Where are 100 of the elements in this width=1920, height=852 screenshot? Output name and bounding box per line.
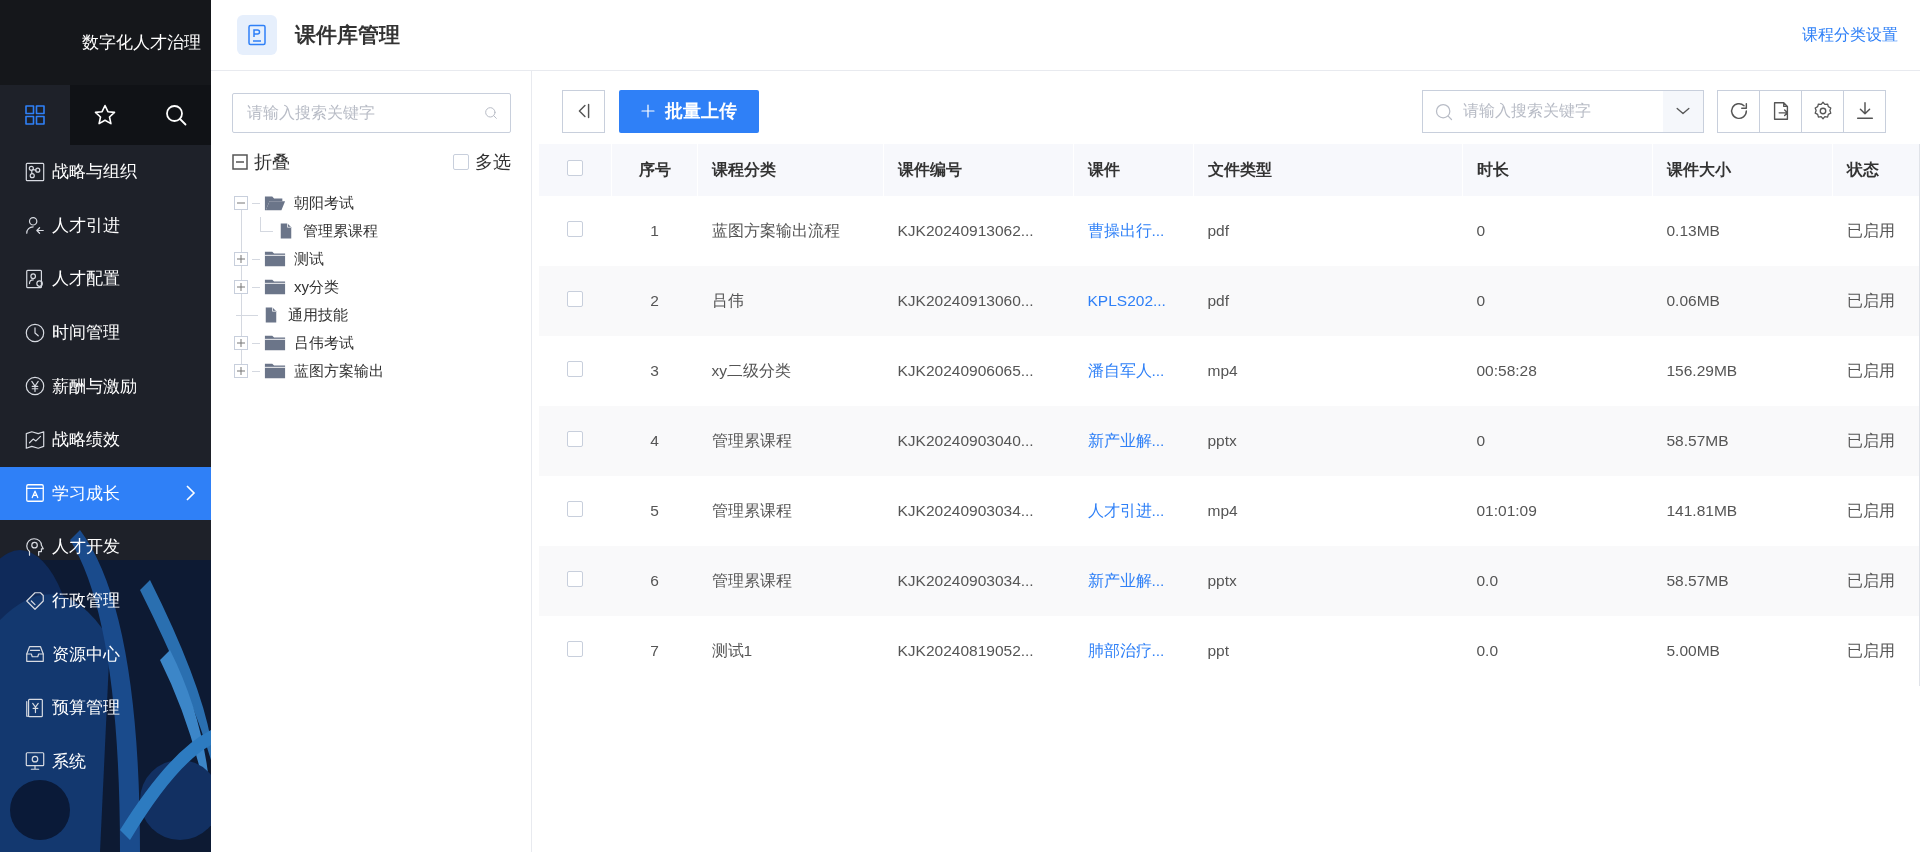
tree-node[interactable]: 测试 (294, 249, 324, 269)
dropdown-button[interactable] (1663, 90, 1703, 132)
refresh-button[interactable] (1717, 89, 1760, 133)
menu-item[interactable]: 行政管理 (0, 573, 211, 628)
collapse-panel-button[interactable] (562, 89, 605, 133)
tree-node[interactable]: 吕伟考试 (294, 333, 354, 353)
tree-node[interactable]: 管理累课程 (303, 221, 378, 241)
table-cell: 7 (611, 616, 698, 686)
courseware-link[interactable]: 曹操出行... (1073, 196, 1194, 266)
table-cell: 1 (611, 196, 698, 266)
tree-node[interactable]: 蓝图方案输出 (294, 361, 384, 381)
table-cell: mp4 (1193, 336, 1463, 406)
table-cell: 管理累课程 (697, 476, 884, 546)
table-cell: 5.00MB (1652, 616, 1833, 686)
row-checkbox[interactable] (567, 501, 583, 517)
courseware-link[interactable]: 人才引进... (1073, 476, 1194, 546)
menu-item[interactable]: 战略与组织 (0, 145, 211, 199)
row-checkbox[interactable] (567, 571, 583, 587)
chevron-right-icon (183, 484, 197, 503)
table-cell: 吕伟 (697, 266, 884, 336)
menu-item[interactable]: 薪酬与激励 (0, 359, 211, 413)
table-cell: 0.06MB (1652, 266, 1833, 336)
table-cell: KJK20240903034... (883, 546, 1074, 616)
menu-item[interactable]: 资源中心 (0, 627, 211, 681)
menu-item[interactable]: 预算管理 (0, 680, 211, 735)
yen-coin-icon (24, 375, 46, 398)
courseware-link[interactable]: 潘自军人... (1073, 336, 1194, 406)
table-cell: 0 (1462, 196, 1653, 266)
person-icon (24, 214, 46, 237)
row-checkbox[interactable] (567, 361, 583, 377)
tree-node[interactable]: xy分类 (294, 277, 339, 297)
table-cell: pdf (1193, 196, 1463, 266)
table-cell: mp4 (1193, 476, 1463, 546)
expand-toggle[interactable] (234, 280, 248, 294)
table-cell: 156.29MB (1652, 336, 1833, 406)
table-cell: KJK20240903034... (883, 476, 1074, 546)
tree-search-field[interactable]: 请输入搜索关键字 (232, 93, 511, 133)
table-cell: KJK20240906065... (883, 336, 1074, 406)
table-cell: xy二级分类 (697, 336, 884, 406)
courseware-link[interactable]: 新产业解... (1073, 406, 1194, 476)
select-all-checkbox[interactable] (567, 160, 583, 176)
courseware-link[interactable]: 新产业解... (1073, 546, 1194, 616)
row-checkbox[interactable] (567, 221, 583, 237)
table-cell: 0.13MB (1652, 196, 1833, 266)
table-cell: 已启用 (1832, 546, 1920, 616)
search-icon (1434, 101, 1454, 122)
settings-button[interactable] (1801, 89, 1844, 133)
table-cell: 58.57MB (1652, 406, 1833, 476)
clock-icon (24, 321, 46, 344)
expand-toggle[interactable] (234, 196, 248, 210)
table-cell: 0 (1462, 406, 1653, 476)
courseware-link[interactable]: KPLS202... (1073, 266, 1194, 336)
row-checkbox[interactable] (567, 641, 583, 657)
monitor-gear-icon (24, 750, 46, 773)
expand-toggle[interactable] (234, 252, 248, 266)
table-cell: 0.0 (1462, 546, 1653, 616)
plus-icon (237, 367, 245, 375)
table-cell: 01:01:09 (1462, 476, 1653, 546)
category-settings-link[interactable]: 课程分类设置 (1802, 24, 1898, 46)
menu-item[interactable]: 时间管理 (0, 305, 211, 360)
menu-item[interactable]: 人才开发 (0, 520, 211, 574)
book-icon (24, 482, 46, 505)
collapse-toggle[interactable]: 折叠 (232, 150, 290, 174)
batch-upload-button[interactable]: 批量上传 (619, 89, 759, 133)
expand-toggle[interactable] (234, 336, 248, 350)
table-cell: KJK20240819052... (883, 616, 1074, 686)
table-cell: 2 (611, 266, 698, 336)
menu-item[interactable]: 战略绩效 (0, 412, 211, 467)
menu-item[interactable]: 学习成长 (0, 466, 211, 521)
plus-icon (639, 102, 657, 120)
row-checkbox[interactable] (567, 431, 583, 447)
menu-item[interactable]: 人才配置 (0, 252, 211, 306)
export-button[interactable] (1759, 89, 1802, 133)
table-cell: pptx (1193, 546, 1463, 616)
app-title: 数字化人才治理 (82, 32, 201, 54)
expand-toggle[interactable] (234, 364, 248, 378)
page-icon (237, 15, 277, 55)
download-button[interactable] (1843, 89, 1886, 133)
table-cell: 0.0 (1462, 616, 1653, 686)
row-checkbox[interactable] (567, 291, 583, 307)
table-cell: KJK20240913060... (883, 266, 1074, 336)
table-cell: 已启用 (1832, 406, 1920, 476)
courseware-link[interactable]: 肺部治疗... (1073, 616, 1194, 686)
table-cell: KJK20240913062... (883, 196, 1074, 266)
column-header: 课件编号 (883, 144, 1074, 196)
column-header: 课程分类 (697, 144, 884, 196)
table-cell: 5 (611, 476, 698, 546)
table-cell: KJK20240903040... (883, 406, 1074, 476)
column-header: 课件 (1073, 144, 1194, 196)
tree-node[interactable]: 朝阳考试 (294, 193, 354, 213)
org-chart-icon (24, 160, 46, 183)
tree-node[interactable]: 通用技能 (288, 305, 348, 325)
table-cell: 58.57MB (1652, 546, 1833, 616)
column-header: 序号 (611, 144, 698, 196)
table-cell: 3 (611, 336, 698, 406)
menu-item[interactable]: 人才引进 (0, 198, 211, 253)
menu-item[interactable]: 系统 (0, 734, 211, 789)
column-header: 状态 (1832, 144, 1920, 196)
minus-square-icon (232, 154, 248, 170)
multi-select-checkbox[interactable]: 多选 (453, 150, 511, 174)
